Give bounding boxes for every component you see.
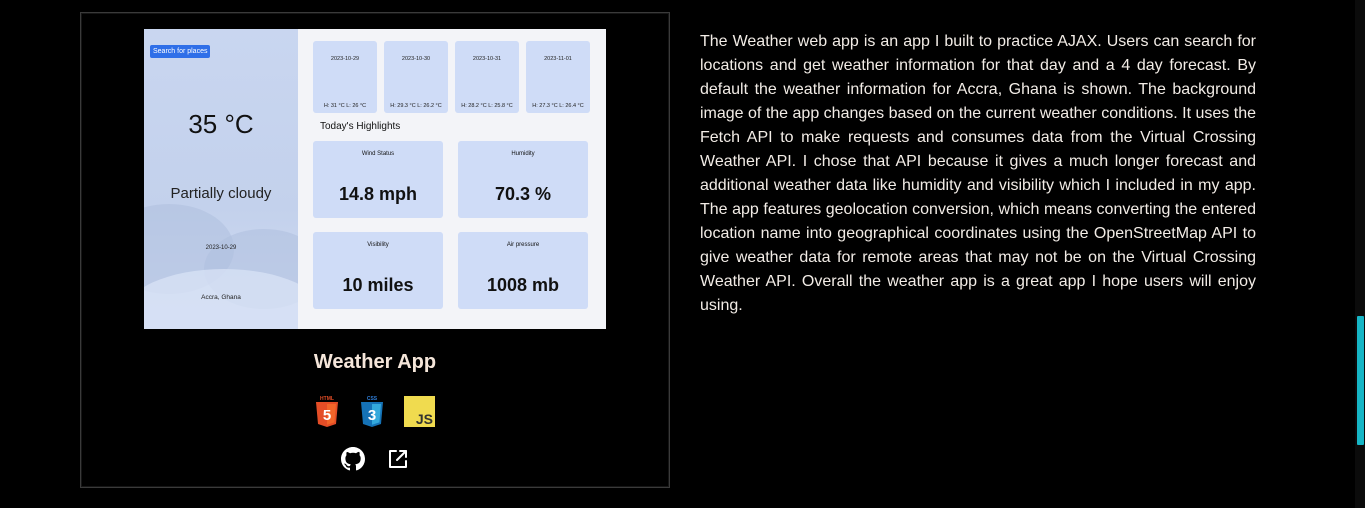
github-link[interactable] xyxy=(340,447,365,476)
project-description: The Weather web app is an app I built to… xyxy=(700,33,1256,314)
page-scrollbar[interactable] xyxy=(1355,0,1365,508)
svg-text:JS: JS xyxy=(416,411,433,427)
css3-icon: CSS 3 xyxy=(360,395,384,432)
highlight-card-pressure: Air pressure 1008 mb xyxy=(458,232,588,309)
highlight-value: 10 miles xyxy=(342,275,414,295)
highlight-value: 1008 mb xyxy=(486,275,560,295)
highlight-card-visibility: Visibility 10 miles xyxy=(313,232,443,309)
svg-text:5: 5 xyxy=(323,407,331,424)
project-screenshot: Search for places 35 °C Partially cloudy… xyxy=(144,29,606,329)
preview-search-button: Search for places xyxy=(150,45,211,58)
highlights-title: Today's Highlights xyxy=(320,121,401,132)
forecast-date: 2023-10-31 xyxy=(472,56,502,62)
external-link-icon xyxy=(389,450,408,468)
forecast-card: 2023-10-31 H: 28.2 °C L: 25.8 °C xyxy=(455,41,519,113)
preview-location: Accra, Ghana xyxy=(201,294,241,301)
forecast-date: 2023-11-01 xyxy=(544,56,572,62)
forecast-card: 2023-10-29 H: 31 °C L: 26 °C xyxy=(313,41,377,113)
project-links xyxy=(81,447,669,476)
forecast-hilo: H: 31 °C L: 26 °C xyxy=(323,103,367,109)
project-title: Weather App xyxy=(313,351,437,373)
highlight-value: 70.3 % xyxy=(494,184,552,204)
forecast-card: 2023-11-01 H: 27.3 °C L: 26.4 °C xyxy=(526,41,590,113)
highlight-label: Air pressure xyxy=(506,242,540,248)
highlight-value: 14.8 mph xyxy=(338,184,418,204)
highlight-label: Humidity xyxy=(511,151,535,157)
preview-condition: Partially cloudy xyxy=(170,185,272,202)
html5-icon: HTML 5 xyxy=(315,395,339,432)
highlight-label: Wind Status xyxy=(361,151,395,157)
tech-stack: HTML 5 CSS 3 JS xyxy=(81,395,669,432)
github-icon xyxy=(340,447,365,471)
svg-text:CSS: CSS xyxy=(366,396,377,402)
svg-text:3: 3 xyxy=(367,407,375,424)
highlight-card-wind: Wind Status 14.8 mph xyxy=(313,141,443,218)
svg-text:HTML: HTML xyxy=(320,396,334,402)
highlight-label: Visibility xyxy=(367,242,389,248)
forecast-date: 2023-10-30 xyxy=(401,56,431,62)
forecast-hilo: H: 29.3 °C L: 26.2 °C xyxy=(390,103,442,109)
preview-date: 2023-10-29 xyxy=(205,245,237,251)
highlight-card-humidity: Humidity 70.3 % xyxy=(458,141,588,218)
scrollbar-thumb[interactable] xyxy=(1357,316,1364,445)
forecast-hilo: H: 28.2 °C L: 25.8 °C xyxy=(461,103,513,109)
preview-temperature: 35 °C xyxy=(188,109,254,139)
live-demo-link[interactable] xyxy=(387,448,409,475)
forecast-date: 2023-10-29 xyxy=(330,56,360,62)
forecast-hilo: H: 27.3 °C L: 26.4 °C xyxy=(532,103,584,109)
javascript-icon: JS xyxy=(403,395,435,432)
project-card: Search for places 35 °C Partially cloudy… xyxy=(80,12,670,488)
forecast-card: 2023-10-30 H: 29.3 °C L: 26.2 °C xyxy=(384,41,448,113)
preview-sidebar: Search for places 35 °C Partially cloudy… xyxy=(144,29,298,329)
